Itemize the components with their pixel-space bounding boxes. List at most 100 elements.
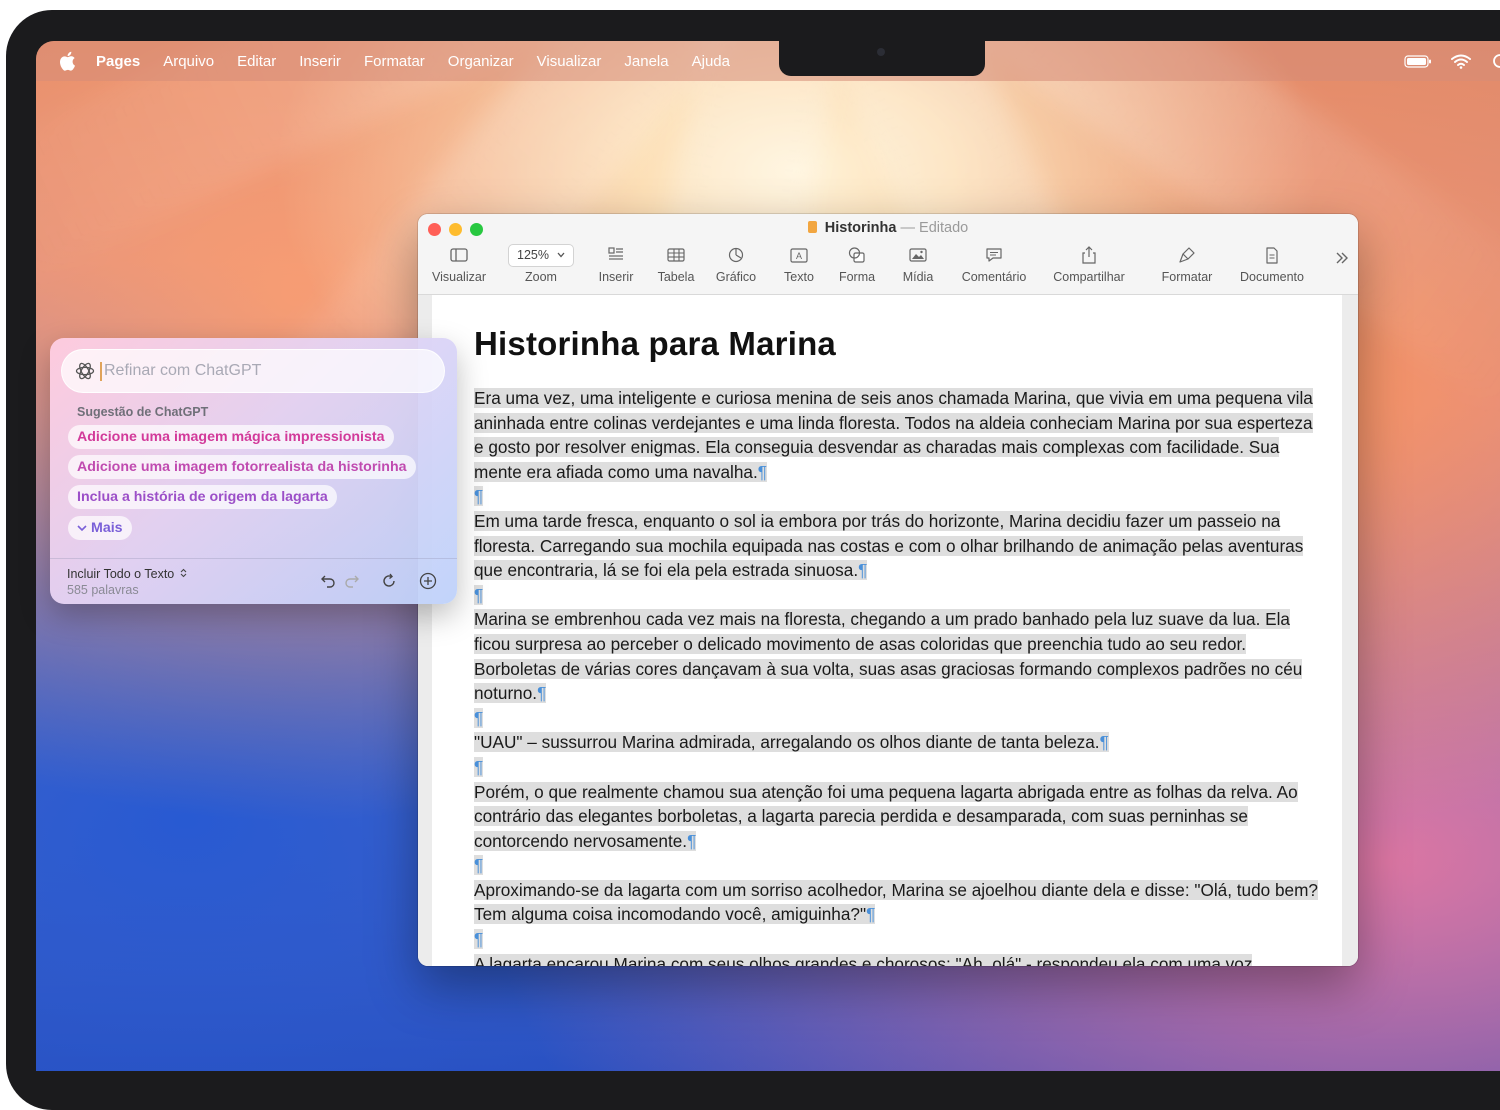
menu-inserir[interactable]: Inserir: [299, 53, 341, 70]
pilcrow: ¶: [537, 683, 547, 704]
menu-app-name[interactable]: Pages: [96, 53, 140, 70]
toolbar-table-button[interactable]: Tabela: [654, 244, 698, 284]
paragraph[interactable]: Aproximando-se da lagarta com um sorriso…: [474, 878, 1324, 927]
paragraph[interactable]: A lagarta encarou Marina com seus olhos …: [474, 952, 1324, 966]
text-box-icon: A: [790, 247, 808, 263]
chevron-down-icon: [557, 252, 565, 258]
toolbar-document-button[interactable]: Documento: [1236, 244, 1308, 284]
plus-circle-icon: [419, 572, 437, 590]
empty-paragraph[interactable]: ¶: [474, 853, 1324, 878]
menu-visualizar[interactable]: Visualizar: [537, 53, 602, 70]
toolbar-media-button[interactable]: Mídia: [898, 244, 938, 284]
pilcrow: ¶: [474, 855, 484, 876]
empty-paragraph[interactable]: ¶: [474, 706, 1324, 731]
media-icon: [909, 248, 927, 262]
toolbar-insert-button[interactable]: Inserir: [594, 244, 638, 284]
window-titlebar: Historinha — Editado Visualizar 125% Zoo…: [418, 214, 1358, 295]
apple-menu-icon[interactable]: [58, 51, 76, 71]
selected-text: Em uma tarde fresca, enquanto o sol ia e…: [474, 510, 1304, 581]
svg-text:A: A: [796, 251, 802, 261]
comment-icon: [986, 248, 1002, 262]
paragraph[interactable]: Em uma tarde fresca, enquanto o sol ia e…: [474, 509, 1324, 583]
chatgpt-refine-panel: Sugestão de ChatGPT Adicione uma imagem …: [50, 338, 457, 604]
paragraph[interactable]: Era uma vez, uma inteligente e curiosa m…: [474, 386, 1324, 484]
refine-input[interactable]: [102, 355, 426, 387]
menu-bar: Pages Arquivo Editar Inserir Formatar Or…: [36, 41, 1500, 81]
paragraph[interactable]: Marina se embrenhou cada vez mais na flo…: [474, 607, 1324, 705]
updown-chevron-icon: [180, 568, 187, 578]
toolbar-shape-button[interactable]: Forma: [835, 244, 879, 284]
menu-formatar[interactable]: Formatar: [364, 53, 425, 70]
menu-editar[interactable]: Editar: [237, 53, 276, 70]
camera-notch: [779, 41, 985, 76]
control-center-icon[interactable]: [1492, 53, 1500, 69]
window-title: Historinha — Editado: [418, 220, 1358, 236]
toolbar-comment-button[interactable]: Comentário: [956, 244, 1032, 284]
zoom-value: 125%: [517, 248, 549, 262]
edited-status: Editado: [919, 220, 969, 236]
suggestion-chip[interactable]: Adicione uma imagem mágica impressionist…: [68, 425, 394, 449]
toolbar-chart-button[interactable]: Gráfico: [714, 244, 758, 284]
paragraph[interactable]: "UAU" – sussurrou Marina admirada, arreg…: [474, 730, 1324, 755]
document-heading[interactable]: Historinha para Marina: [474, 325, 836, 363]
document-icon: [807, 221, 817, 233]
selected-text: A lagarta encarou Marina com seus olhos …: [474, 953, 1253, 966]
document-body[interactable]: Era uma vez, uma inteligente e curiosa m…: [474, 386, 1324, 966]
pilcrow: ¶: [474, 707, 484, 728]
pilcrow: ¶: [858, 560, 868, 581]
toolbar-share-label: Compartilhar: [1053, 270, 1125, 284]
shape-icon: [848, 247, 865, 263]
selected-text: Marina se embrenhou cada vez mais na flo…: [474, 609, 1303, 704]
selected-text: Aproximando-se da lagarta com um sorriso…: [474, 879, 1318, 925]
word-count: 585 palavras: [67, 583, 139, 597]
refresh-icon: [383, 573, 395, 587]
refine-search-bar[interactable]: [61, 349, 445, 393]
menu-arquivo[interactable]: Arquivo: [163, 53, 214, 70]
toolbar-zoom[interactable]: 125% Zoom: [506, 243, 576, 284]
include-text-select[interactable]: Incluir Todo o Texto: [67, 567, 187, 581]
sidebar-icon: [450, 248, 468, 262]
empty-paragraph[interactable]: ¶: [474, 755, 1324, 780]
more-suggestions-button[interactable]: Mais: [68, 516, 132, 540]
suggestions-heading: Sugestão de ChatGPT: [77, 405, 209, 419]
toolbar-view-button[interactable]: Visualizar: [429, 244, 489, 284]
wifi-icon[interactable]: [1450, 53, 1472, 69]
toolbar-insert-label: Inserir: [598, 270, 634, 284]
selected-text: Era uma vez, uma inteligente e curiosa m…: [474, 388, 1313, 482]
undo-icon: [321, 575, 335, 588]
camera: [877, 48, 885, 56]
toolbar-document-label: Documento: [1240, 270, 1304, 284]
chatgpt-logo-icon: [75, 362, 95, 380]
battery-icon[interactable]: [1404, 53, 1432, 69]
document-name[interactable]: Historinha: [825, 220, 897, 236]
toolbar-table-label: Tabela: [657, 270, 695, 284]
empty-paragraph[interactable]: ¶: [474, 484, 1324, 509]
panel-divider: [50, 558, 457, 559]
menu-janela[interactable]: Janela: [624, 53, 668, 70]
toolbar-zoom-label: Zoom: [525, 270, 557, 284]
undo-button[interactable]: [318, 571, 338, 591]
toolbar-format-button[interactable]: Formatar: [1158, 244, 1216, 284]
menu-organizar[interactable]: Organizar: [448, 53, 514, 70]
paintbrush-icon: [1179, 247, 1195, 263]
pilcrow: ¶: [474, 756, 484, 777]
empty-paragraph[interactable]: ¶: [474, 927, 1324, 952]
add-button[interactable]: [418, 571, 438, 591]
toolbar-share-button[interactable]: Compartilhar: [1048, 244, 1130, 284]
pilcrow: ¶: [474, 584, 484, 605]
pilcrow: ¶: [474, 486, 484, 507]
document-page[interactable]: Historinha para Marina Era uma vez, uma …: [432, 295, 1342, 966]
menu-ajuda[interactable]: Ajuda: [692, 53, 730, 70]
zoom-select[interactable]: 125%: [508, 243, 574, 267]
toolbar-overflow-icon[interactable]: [1335, 252, 1349, 264]
regenerate-button[interactable]: [379, 571, 399, 591]
suggestion-chip[interactable]: Inclua a história de origem da lagarta: [68, 485, 337, 509]
pilcrow: ¶: [474, 929, 484, 950]
redo-button[interactable]: [342, 571, 362, 591]
empty-paragraph[interactable]: ¶: [474, 583, 1324, 608]
selected-text: "UAU" – sussurrou Marina admirada, arreg…: [474, 732, 1100, 753]
toolbar-format-label: Formatar: [1161, 270, 1213, 284]
toolbar-text-button[interactable]: A Texto: [779, 244, 819, 284]
paragraph[interactable]: Porém, o que realmente chamou sua atençã…: [474, 780, 1324, 854]
suggestion-chip[interactable]: Adicione uma imagem fotorrealista da his…: [68, 455, 416, 479]
